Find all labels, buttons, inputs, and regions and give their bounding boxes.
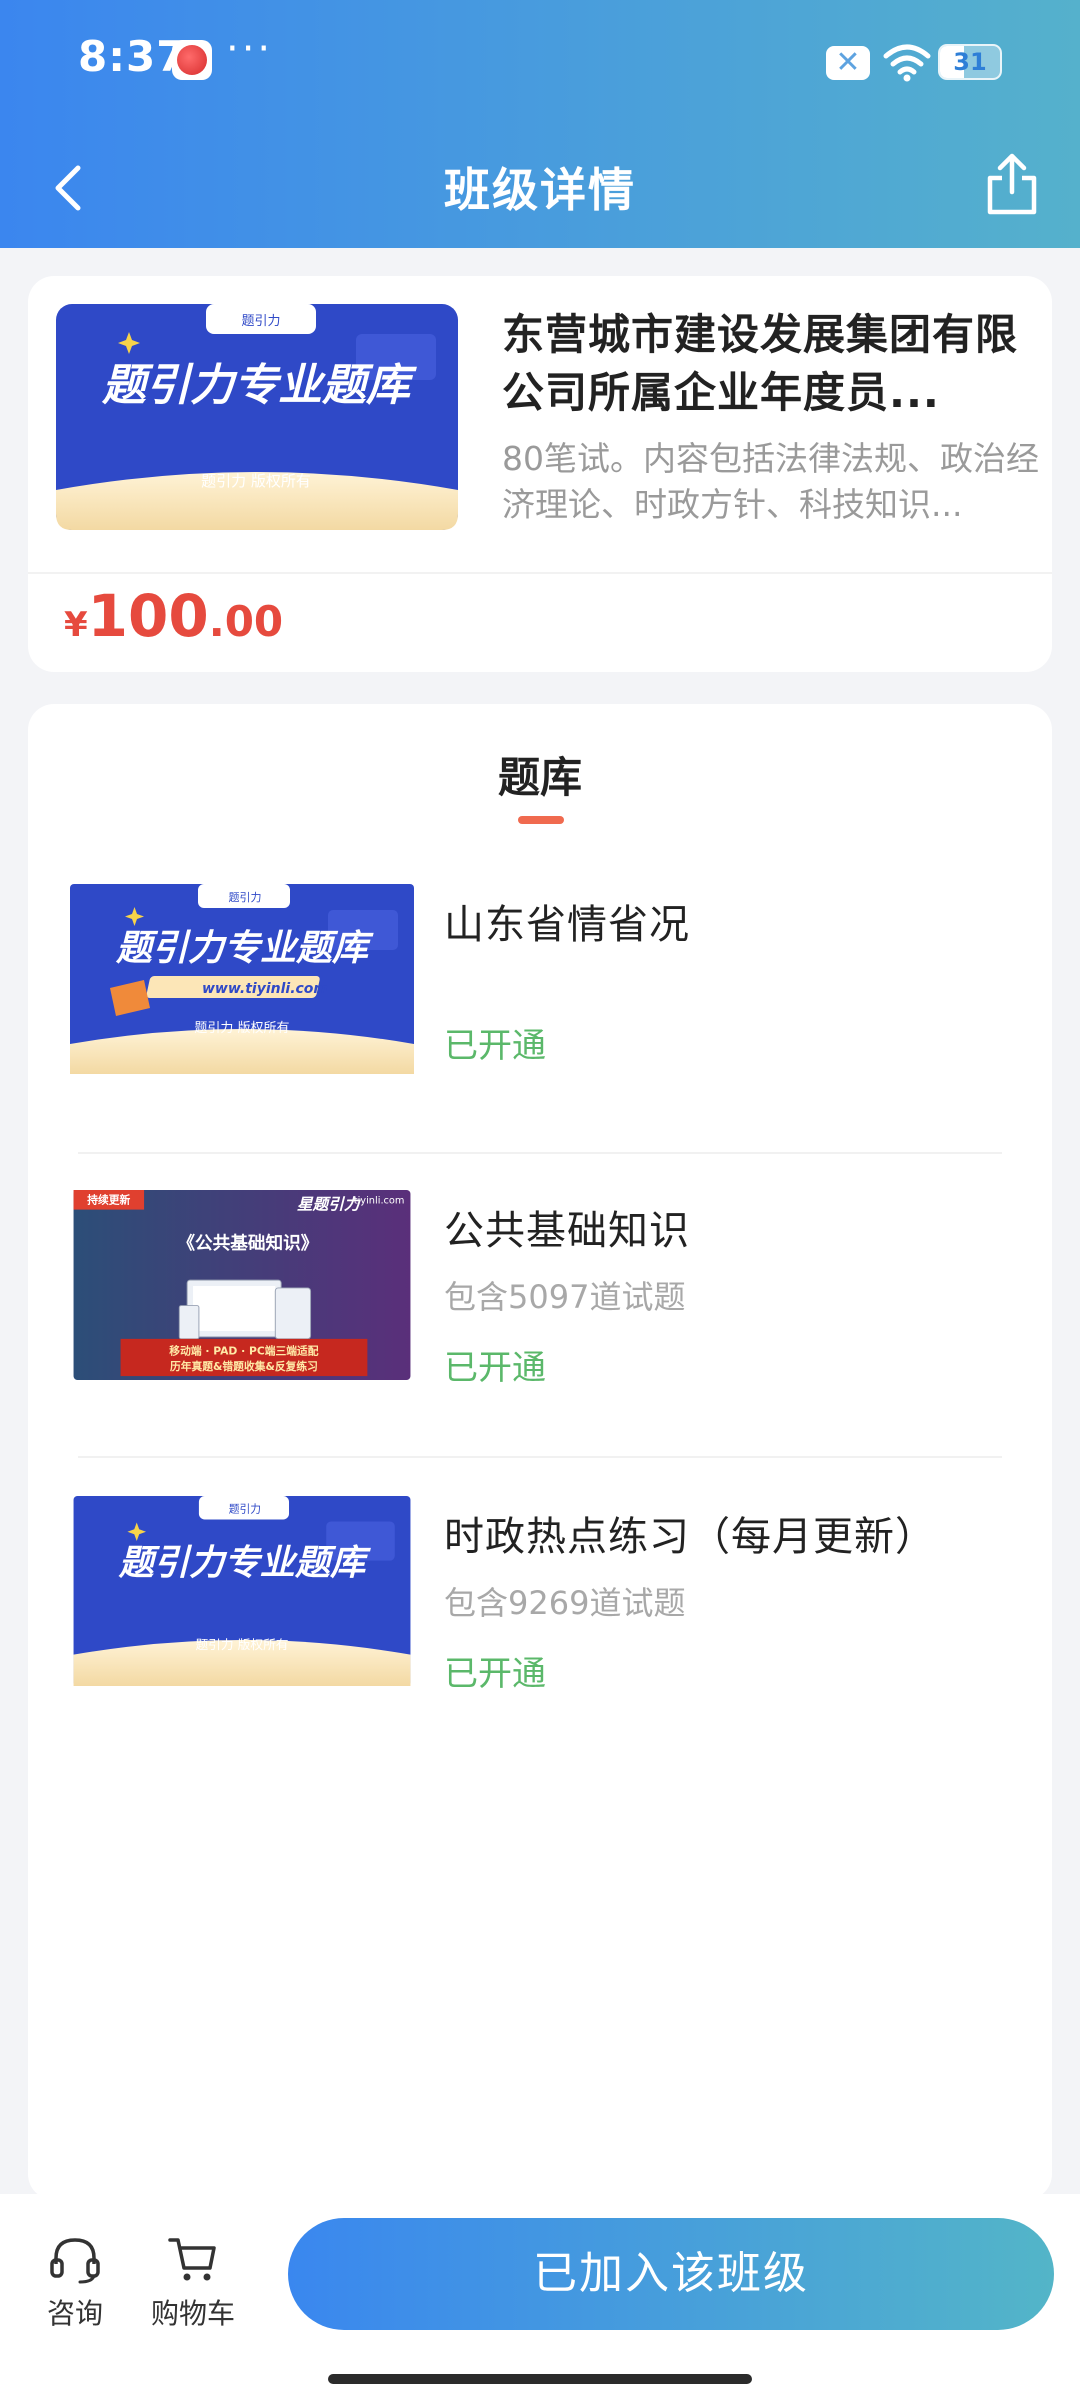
item-name: 公共基础知识	[444, 1208, 690, 1254]
thumb-headline: 题引力专业题库	[101, 360, 417, 411]
cart-label: 购物车	[150, 2297, 235, 2330]
battery-level: 31	[953, 48, 987, 76]
battery-icon: 31	[938, 44, 1002, 80]
joined-class-button[interactable]: 已加入该班级	[288, 2218, 1054, 2330]
item-status: 已开通	[444, 1654, 546, 1694]
item-cover-image: 题引力 题引力专业题库 www.tiyinli.com 题引力 版权所有	[70, 884, 414, 1074]
home-indicator[interactable]	[328, 2374, 752, 2384]
item-thumb-brand: 题引力	[229, 1503, 261, 1516]
item-thumb-footer: 题引力 版权所有	[194, 1020, 289, 1036]
item-thumb-line2: 历年真题&错题收集&反复练习	[170, 1360, 318, 1373]
item-thumb-line1: 移动端 · PAD · PC端三端适配	[169, 1345, 318, 1358]
thumb-brand: 题引力	[241, 314, 280, 329]
item-thumb-footer: 题引力 版权所有	[195, 1637, 288, 1653]
item-question-count: 包含9269道试题	[444, 1584, 686, 1622]
section-title[interactable]: 题库	[28, 744, 1052, 805]
item-question-count: 包含5097道试题	[444, 1278, 686, 1316]
item-thumb-headline: 题引力专业题库	[115, 928, 374, 969]
list-item[interactable]: 题引力 题引力专业题库 www.tiyinli.com 题引力 版权所有 山东省…	[28, 884, 1052, 1190]
price-integer: 100	[87, 582, 209, 650]
wifi-icon	[883, 44, 931, 82]
item-divider	[78, 1456, 1002, 1458]
status-more-indicator: ···	[226, 26, 274, 72]
headset-icon	[50, 2238, 100, 2284]
summary-divider	[28, 572, 1052, 574]
status-time: 8:37	[78, 32, 187, 81]
tab-indicator	[518, 816, 564, 824]
class-summary-card: 题引力 题引力专业题库 题引力 版权所有 东营城市建设发展集团有限公司所属企业年…	[28, 276, 1052, 672]
status-bar: 8:37 ··· ✕ 31	[0, 0, 1080, 120]
item-thumb-brand: 题引力	[229, 890, 262, 904]
list-item[interactable]: 题引力 题引力专业题库 题引力 版权所有 时政热点练习（每月更新） 包含9269…	[28, 1496, 1052, 1802]
cart-button[interactable]: 购物车	[138, 2234, 248, 2332]
item-name: 山东省情省况	[444, 902, 690, 948]
price-decimal: .00	[208, 597, 284, 646]
share-icon[interactable]	[982, 152, 1042, 218]
price-currency: ¥	[64, 605, 88, 645]
item-thumb-headline: 题引力专业题库	[118, 1542, 371, 1583]
class-cover-image: 题引力 题引力专业题库 题引力 版权所有	[56, 304, 458, 530]
close-notification-icon: ✕	[826, 46, 870, 80]
navigation-bar: 班级详情	[0, 140, 1080, 230]
question-bank-card: 题库 题引力 题引力专业题库 www.tiyinli.com 题引力 版权所有 …	[28, 704, 1052, 2200]
item-status: 已开通	[444, 1348, 546, 1388]
item-cover-image: 持续更新 星题引力 tiyinli.com 《公共基础知识》 移动端 · PAD…	[73, 1190, 411, 1380]
item-divider	[78, 1152, 1002, 1154]
consult-label: 咨询	[46, 2297, 103, 2330]
item-name: 时政热点练习（每月更新）	[444, 1514, 936, 1560]
item-thumb-tag: 持续更新	[87, 1194, 130, 1207]
consult-button[interactable]: 咨询	[20, 2234, 130, 2332]
shopping-cart-icon	[168, 2238, 216, 2281]
item-thumb-logo: 星题引力	[297, 1195, 362, 1214]
bottom-action-bar: 咨询 购物车 已加入该班级	[0, 2194, 1080, 2400]
class-price: ¥100.00	[64, 582, 283, 650]
class-description: 80笔试。内容包括法律法规、政治经济理论、时政方针、科技知识...	[502, 439, 1039, 524]
list-item[interactable]: 持续更新 星题引力 tiyinli.com 《公共基础知识》 移动端 · PAD…	[28, 1190, 1052, 1496]
item-status: 已开通	[444, 1026, 546, 1066]
class-title: 东营城市建设发展集团有限公司所属企业年度员...	[502, 310, 1019, 417]
notification-app-icon	[172, 40, 212, 80]
item-thumb-headline: 《公共基础知识》	[177, 1233, 318, 1254]
item-cover-image: 题引力 题引力专业题库 题引力 版权所有	[73, 1496, 411, 1686]
item-thumb-url: www.tiyinli.com	[202, 981, 328, 997]
thumb-footer: 题引力 版权所有	[201, 472, 311, 490]
page-title: 班级详情	[444, 163, 636, 217]
item-thumb-site: tiyinli.com	[354, 1196, 405, 1207]
